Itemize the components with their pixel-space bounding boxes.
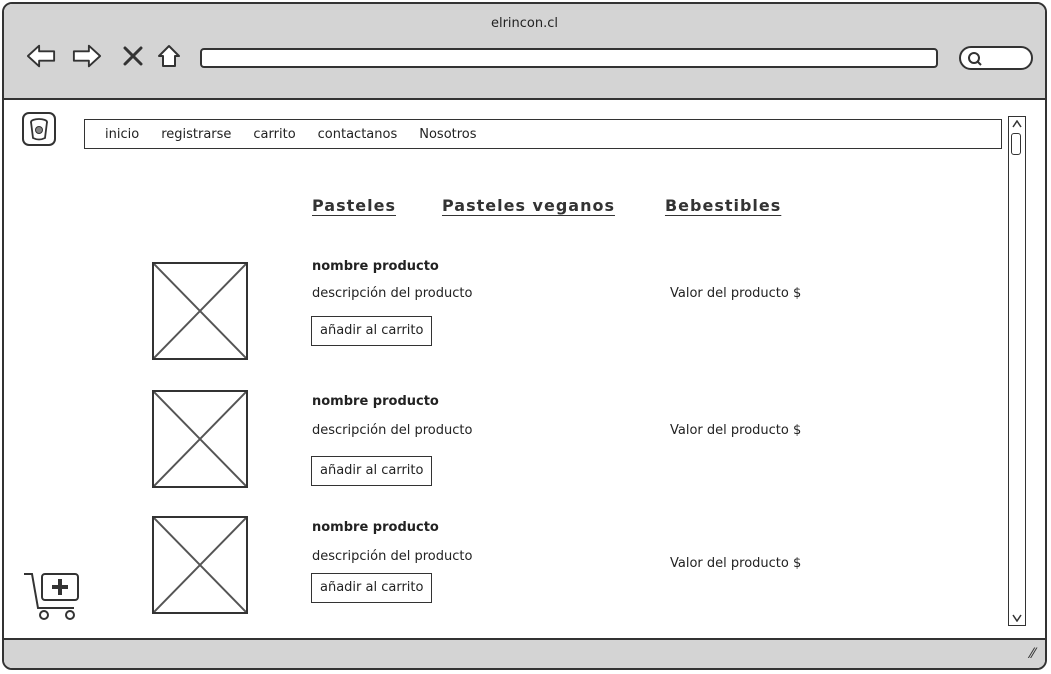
page-content: inicio registrarse carrito contactanos N… bbox=[4, 100, 1045, 638]
tab-bebestibles[interactable]: Bebestibles bbox=[665, 196, 781, 215]
search-icon bbox=[968, 52, 982, 66]
menu-item-carrito[interactable]: carrito bbox=[253, 127, 295, 142]
tab-pasteles-veganos[interactable]: Pasteles veganos bbox=[442, 196, 615, 215]
url-bar[interactable] bbox=[200, 48, 938, 68]
add-to-cart-button[interactable]: añadir al carrito bbox=[311, 573, 433, 603]
scroll-down-icon[interactable] bbox=[1010, 611, 1023, 625]
forward-arrow-icon[interactable] bbox=[72, 42, 102, 70]
home-icon[interactable] bbox=[154, 42, 184, 70]
vertical-scrollbar[interactable] bbox=[1008, 116, 1026, 626]
category-tabs: Pasteles Pasteles veganos Bebestibles bbox=[312, 196, 781, 215]
resize-grip-icon[interactable]: ⁄⁄ bbox=[1030, 646, 1035, 662]
product-name: nombre producto bbox=[312, 259, 439, 274]
product-price: Valor del producto $ bbox=[670, 556, 802, 571]
product-description: descripción del producto bbox=[312, 423, 473, 438]
product-image-placeholder bbox=[152, 516, 248, 614]
add-to-cart-button[interactable]: añadir al carrito bbox=[311, 456, 433, 486]
menu-item-nosotros[interactable]: Nosotros bbox=[419, 127, 476, 142]
menu-item-inicio[interactable]: inicio bbox=[105, 127, 139, 142]
product-name: nombre producto bbox=[312, 394, 439, 409]
window-title: elrincon.cl bbox=[490, 16, 559, 31]
product-price: Valor del producto $ bbox=[670, 286, 802, 301]
status-bar: ⁄⁄ bbox=[4, 638, 1045, 668]
product-description: descripción del producto bbox=[312, 286, 473, 301]
search-box[interactable] bbox=[959, 46, 1033, 70]
scroll-thumb[interactable] bbox=[1011, 133, 1021, 155]
product-image-placeholder bbox=[152, 390, 248, 488]
tab-pasteles[interactable]: Pasteles bbox=[312, 196, 396, 215]
add-to-cart-button[interactable]: añadir al carrito bbox=[311, 316, 433, 346]
menu-item-registrarse[interactable]: registrarse bbox=[161, 127, 231, 142]
browser-chrome: elrincon.cl bbox=[4, 4, 1045, 100]
product-price: Valor del producto $ bbox=[670, 423, 802, 438]
close-icon[interactable] bbox=[118, 42, 148, 70]
menu-item-contactanos[interactable]: contactanos bbox=[318, 127, 398, 142]
product-description: descripción del producto bbox=[312, 549, 473, 564]
product-image-placeholder bbox=[152, 262, 248, 360]
back-arrow-icon[interactable] bbox=[26, 42, 56, 70]
scroll-up-icon[interactable] bbox=[1010, 117, 1023, 131]
bucket-logo-icon bbox=[30, 118, 48, 141]
product-name: nombre producto bbox=[312, 520, 439, 535]
browser-window: elrincon.cl inicio registrarse carrito c… bbox=[2, 2, 1047, 670]
cart-add-icon[interactable] bbox=[22, 568, 84, 622]
logo bbox=[22, 112, 56, 146]
main-menu: inicio registrarse carrito contactanos N… bbox=[84, 119, 1002, 149]
